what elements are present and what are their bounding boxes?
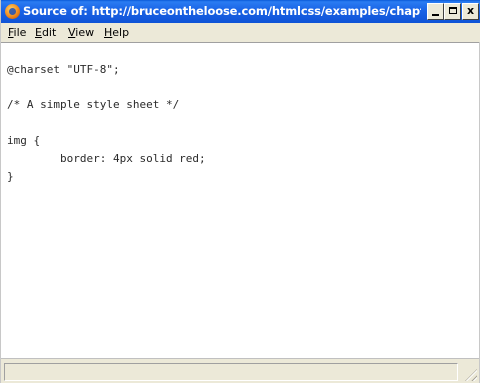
minimize-button[interactable]: [427, 3, 444, 20]
source-code-view[interactable]: @charset "UTF-8"; /* A simple style shee…: [1, 42, 479, 358]
code-line-selector: img {: [7, 134, 41, 147]
menu-file[interactable]: File: [8, 26, 26, 39]
window-title: Source of: http://bruceontheloose.com/ht…: [23, 4, 421, 18]
menu-edit[interactable]: Edit: [35, 26, 56, 39]
code-line-charset: @charset "UTF-8";: [7, 63, 120, 76]
title-bar[interactable]: Source of: http://bruceontheloose.com/ht…: [1, 0, 480, 23]
menu-help[interactable]: Help: [104, 26, 129, 39]
code-line-comment: /* A simple style sheet */: [7, 98, 180, 111]
menu-view[interactable]: View: [68, 26, 94, 39]
browser-app-icon[interactable]: [5, 4, 20, 19]
code-line-close-brace: }: [7, 170, 14, 183]
maximize-button[interactable]: [444, 3, 461, 20]
status-panel: [4, 363, 458, 381]
view-source-window: Source of: http://bruceontheloose.com/ht…: [0, 0, 480, 383]
minimize-icon: [432, 14, 439, 16]
maximize-icon: [448, 7, 457, 14]
code-line-declaration: border: 4px solid red;: [7, 152, 206, 165]
close-button[interactable]: x: [462, 3, 479, 20]
resize-grip-icon[interactable]: [465, 369, 477, 381]
menu-bar: File Edit View Help: [1, 23, 480, 42]
status-bar: [1, 358, 479, 383]
